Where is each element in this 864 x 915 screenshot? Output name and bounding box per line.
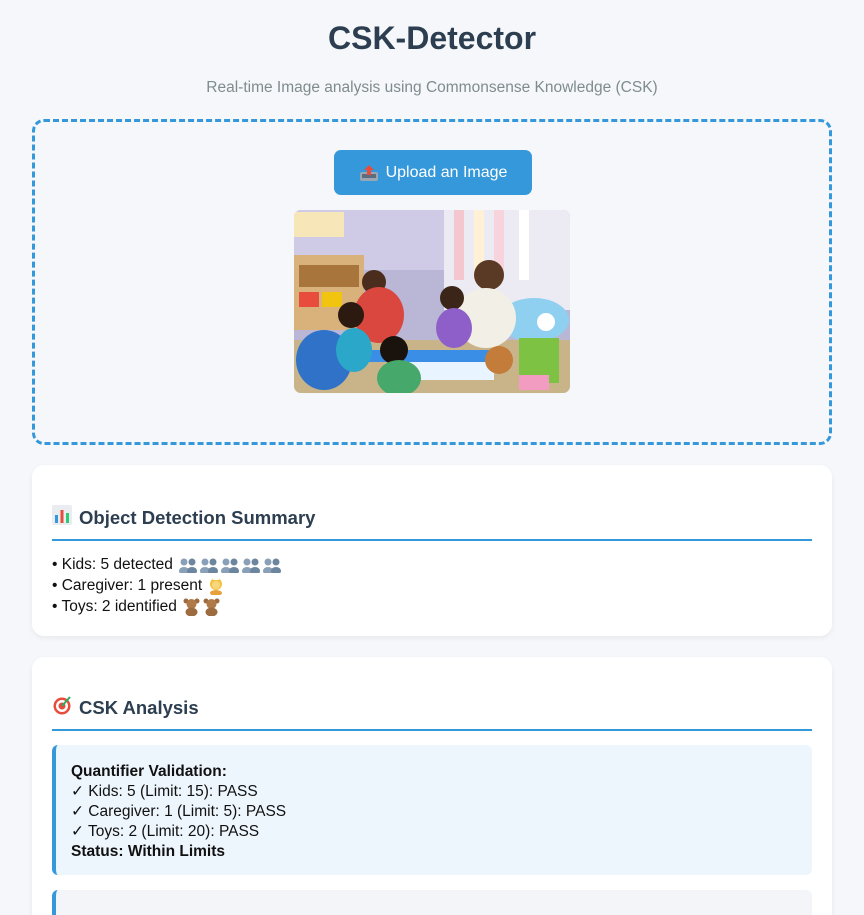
summary-item-kids: • Kids: 5 detected [52, 554, 282, 575]
outbox-tray-icon [359, 164, 379, 182]
upload-dropzone[interactable]: Upload an Image [32, 119, 832, 445]
people-icons [178, 557, 282, 573]
upload-button-label: Upload an Image [385, 163, 508, 181]
validation-line-kids: ✓ Kids: 5 (Limit: 15): PASS [71, 783, 258, 800]
people-icon [199, 558, 218, 573]
summary-toys-text: • Toys: 2 identified [52, 598, 177, 615]
caregiver-icon [207, 576, 225, 595]
summary-caregiver-text: • Caregiver: 1 present [52, 577, 203, 594]
csk-analysis-heading: CSK Analysis [52, 695, 812, 731]
people-icon [220, 558, 239, 573]
csk-analysis-card: CSK Analysis Quantifier Validation: ✓ Ki… [32, 657, 832, 915]
detection-summary-list: • Kids: 5 detected • Caregiver: 1 presen… [52, 554, 282, 617]
summary-kids-text: • Kids: 5 detected [52, 556, 173, 573]
validation-line-caregiver: ✓ Caregiver: 1 (Limit: 5): PASS [71, 803, 287, 820]
people-icon [178, 558, 197, 573]
summary-item-caregiver: • Caregiver: 1 present [52, 575, 282, 596]
summary-item-toys: • Toys: 2 identified [52, 596, 282, 617]
uploaded-image-preview [294, 210, 570, 393]
detection-summary-card: Object Detection Summary • Kids: 5 detec… [32, 465, 832, 636]
page-subtitle: Real-time Image analysis using Commonsen… [206, 79, 658, 96]
detection-summary-heading: Object Detection Summary [52, 505, 812, 541]
validation-status: Status: Within Limits [71, 843, 225, 860]
upload-image-button[interactable]: Upload an Image [334, 150, 532, 195]
page-title: CSK-Detector [327, 20, 537, 56]
bar-chart-icon [52, 505, 72, 530]
teddy-bear-icons [182, 598, 221, 616]
teddy-bear-icon [203, 598, 220, 616]
validation-title: Quantifier Validation: [71, 763, 227, 780]
next-analysis-box [52, 890, 812, 915]
validation-line-toys: ✓ Toys: 2 (Limit: 20): PASS [71, 823, 260, 840]
app-page: CSK-Detector Real-time Image analysis us… [0, 0, 864, 915]
quantifier-validation-box: Quantifier Validation: ✓ Kids: 5 (Limit:… [52, 745, 812, 875]
teddy-bear-icon [183, 598, 200, 616]
people-icon [262, 558, 281, 573]
detection-summary-title: Object Detection Summary [79, 506, 316, 528]
people-icon [241, 558, 260, 573]
target-icon [52, 695, 72, 720]
csk-analysis-title: CSK Analysis [79, 696, 199, 718]
